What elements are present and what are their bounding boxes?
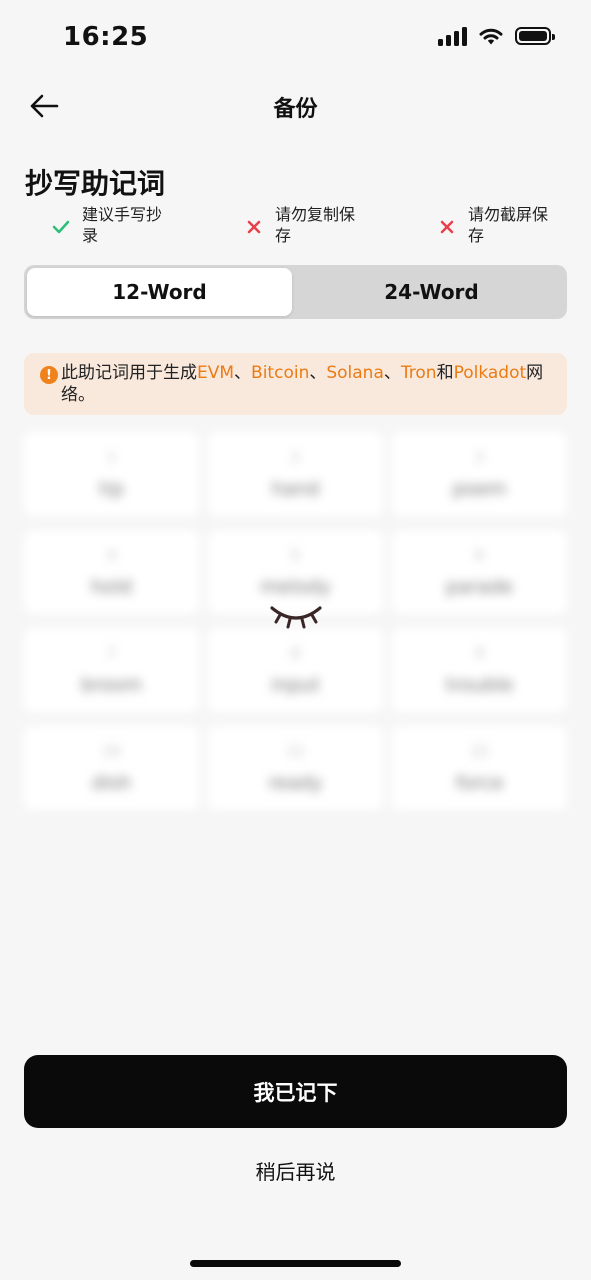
word-count-segmented-control: 12-Word 24-Word (24, 265, 567, 319)
status-time: 16:25 (63, 22, 149, 52)
confirm-written-button[interactable]: 我已记下 (24, 1055, 567, 1128)
home-indicator (190, 1260, 401, 1267)
tip-no-screenshot: 请勿截屏保存 (436, 204, 548, 246)
word-cell: 4 hold (24, 530, 199, 614)
wifi-icon (479, 28, 503, 45)
page-title: 备份 (273, 97, 318, 122)
check-icon (50, 216, 72, 238)
segment-12-word[interactable]: 12-Word (27, 268, 292, 316)
word-cell: 9 trouble (392, 628, 567, 712)
status-bar: 16:25 (0, 0, 591, 80)
segment-24-word[interactable]: 24-Word (299, 268, 564, 316)
cross-icon (436, 216, 458, 238)
tip-text: 建议手写抄录 (82, 205, 163, 245)
word-cell: 8 input (208, 628, 383, 712)
exclamation-icon: ! (40, 366, 58, 384)
mnemonic-grid[interactable]: 1 tip 2 hand 3 poem 4 hold 5 melody 6 parade 7… (24, 432, 567, 810)
word-cell: 6 parade (392, 530, 567, 614)
word-cell: 2 hand (208, 432, 383, 516)
tips-row: 建议手写抄录 请勿复制保存 请勿截屏保存 (50, 204, 570, 250)
tip-handwrite: 建议手写抄录 (50, 204, 162, 246)
status-icons (438, 26, 555, 46)
cross-icon (243, 216, 265, 238)
battery-icon (515, 27, 555, 45)
network-tron: Tron (400, 363, 437, 383)
cellular-signal-icon (438, 26, 467, 46)
word-cell: 1 tip (24, 432, 199, 516)
network-solana: Solana (326, 363, 384, 383)
network-notice: ! 此助记词用于生成EVM、Bitcoin、Solana、Tron和Polkad… (24, 353, 567, 415)
word-cell: 7 broom (24, 628, 199, 712)
word-cell: 3 poem (392, 432, 567, 516)
section-title: 抄写助记词 (25, 167, 166, 200)
word-cell: 12 force (392, 726, 567, 810)
navigation-bar: 备份 (0, 78, 591, 134)
remind-later-link[interactable]: 稍后再说 (0, 1156, 591, 1185)
word-cell: 11 ready (208, 726, 383, 810)
eye-closed-icon[interactable] (270, 600, 322, 636)
network-bitcoin: Bitcoin (251, 363, 310, 383)
word-cell: 10 dish (24, 726, 199, 810)
notice-text: 此助记词用于生成EVM、Bitcoin、Solana、Tron和Polkadot… (61, 363, 544, 405)
tip-text: 请勿截屏保存 (468, 205, 549, 245)
tip-text: 请勿复制保存 (275, 205, 356, 245)
tip-no-copy: 请勿复制保存 (243, 204, 355, 246)
network-evm: EVM (197, 363, 235, 383)
network-polkadot: Polkadot (453, 363, 527, 383)
